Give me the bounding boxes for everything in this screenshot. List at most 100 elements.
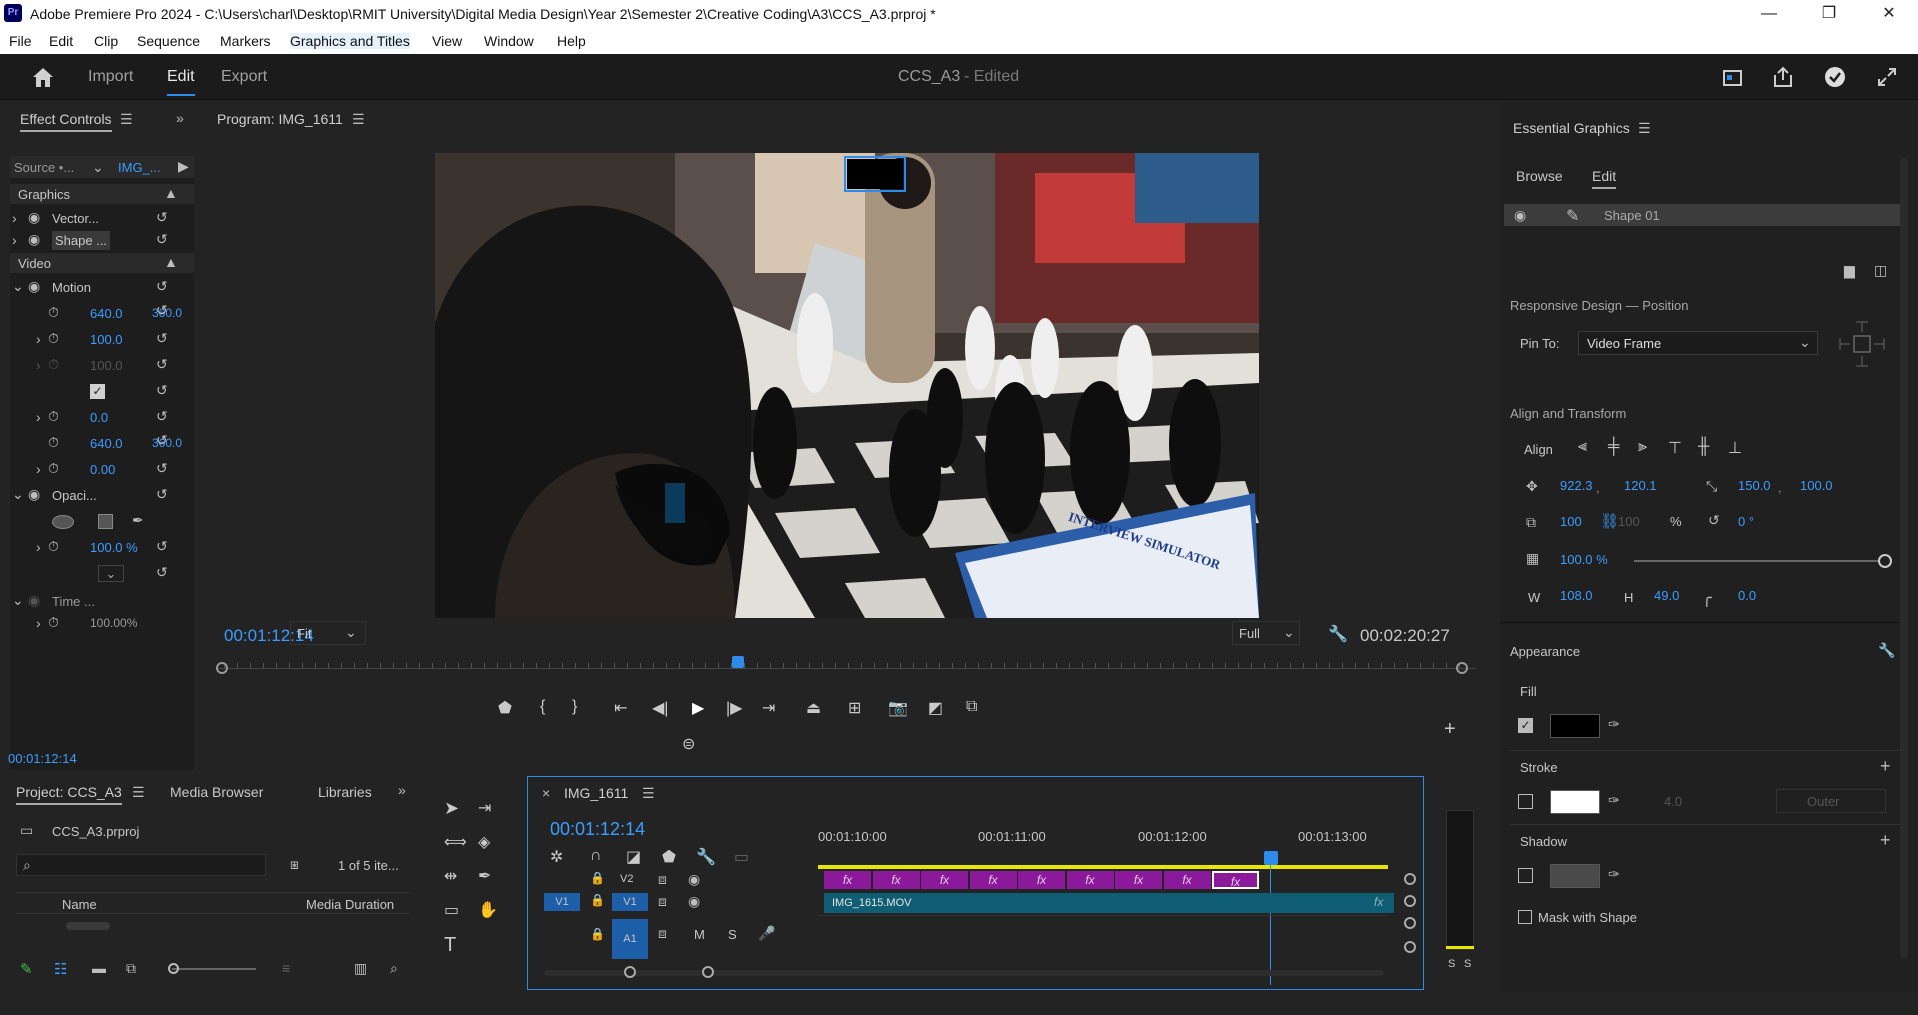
slip-tool-icon[interactable]: ⇹ [444,866,457,886]
selection-tool-icon[interactable]: ➤ [444,798,459,819]
eye-icon[interactable]: ◉ [28,278,40,295]
reset-icon[interactable]: ↺ [156,330,168,347]
column-name[interactable]: Name [62,897,97,912]
timeline-playhead[interactable] [1264,851,1278,865]
chevron-down-icon[interactable]: ⌄ [92,159,104,176]
align-center-v-icon[interactable]: ╫ [1698,438,1709,456]
sync-lock-icon[interactable]: ⧈ [658,871,667,888]
go-to-out-icon[interactable]: ⇥ [762,698,775,718]
menu-help[interactable]: Help [557,33,586,49]
graphic-clip[interactable]: fx [1163,871,1211,889]
menu-view[interactable]: View [432,33,462,49]
time-remap-speed[interactable]: 100.00% [90,616,137,630]
resolution-dropdown[interactable]: Full ⌄ [1232,621,1300,645]
captions-icon[interactable]: ▭ [734,847,749,867]
eye-icon[interactable]: ◉ [28,209,40,226]
position-y[interactable]: 120.1 [1624,478,1657,493]
zoom-handle-right[interactable] [702,966,714,978]
razor-tool-icon[interactable]: ◈ [478,832,490,852]
graphic-clip[interactable]: fx [872,871,920,889]
position-x[interactable]: 922.3 [1560,478,1593,493]
align-bottom-icon[interactable]: ⊥ [1728,438,1742,458]
tab-edit[interactable]: Edit [167,68,195,96]
menu-graphics-and-titles[interactable]: Graphics and Titles [290,33,410,49]
mute-button[interactable]: M [694,927,705,942]
type-tool-icon[interactable]: T [444,934,456,957]
stroke-checkbox[interactable] [1518,794,1533,809]
track-scroll-knob[interactable] [1404,895,1416,907]
timeline-timecode[interactable]: 00:01:12:14 [550,819,645,840]
freeform-view-icon[interactable]: ⧉ [126,960,136,977]
fill-color-swatch[interactable] [1550,714,1600,738]
stopwatch-icon[interactable]: ⏱ [48,614,59,631]
stroke-color-swatch[interactable] [1550,790,1600,814]
step-forward-icon[interactable]: |▶ [726,698,742,718]
vector-row[interactable]: › ◉ Vector... ↺ [10,207,194,229]
lock-icon[interactable]: 🔒 [590,893,605,907]
solo-button[interactable]: S [728,927,737,942]
reset-icon[interactable]: ↺ [156,538,168,555]
stopwatch-icon[interactable]: ⏱ [48,538,59,555]
timeline-ruler[interactable]: 00:01:10:00 00:01:11:00 00:01:12:00 00:0… [818,829,1367,847]
rectangle-tool-icon[interactable]: ▭ [444,900,459,920]
menu-clip[interactable]: Clip [94,33,118,49]
horizontal-scrollbar[interactable] [66,922,110,930]
project-search-input[interactable]: ⌕ [16,854,266,876]
microphone-icon[interactable]: 🎤 [758,925,775,942]
opacity-row[interactable]: ⌄ ◉ Opaci... ↺ [10,484,194,506]
align-left-icon[interactable]: ⫷ [1578,438,1587,456]
menu-edit[interactable]: Edit [49,33,73,49]
work-area-bar[interactable] [818,865,1388,869]
lock-icon[interactable]: 🔒 [590,927,605,941]
graphic-clip[interactable]: fx [824,871,871,889]
snap-icon[interactable]: ∩ [590,847,602,865]
mark-out-icon[interactable]: } [572,698,577,716]
reset-icon[interactable]: ↺ [156,432,168,449]
fill-checkbox[interactable]: ✓ [1518,718,1533,733]
reset-icon[interactable]: ↺ [156,209,168,226]
stopwatch-icon[interactable]: ⏱ [48,408,59,425]
settings-wrench-icon[interactable]: 🔧 [1328,624,1348,644]
expand-panels-icon[interactable]: » [398,782,406,798]
ripple-edit-tool-icon[interactable]: ⟺ [444,832,467,852]
add-shadow-icon[interactable]: + [1880,830,1891,851]
align-top-icon[interactable]: ⊤ [1668,438,1682,458]
search-icon[interactable]: ⌕ [390,960,398,977]
button-editor-plus-icon[interactable]: + [1444,718,1456,741]
reset-icon[interactable]: ↺ [156,564,168,581]
opacity-slider-knob[interactable] [1878,554,1892,568]
add-stroke-icon[interactable]: + [1880,756,1891,777]
eye-icon[interactable]: ◉ [688,893,700,910]
antiflicker-value[interactable]: 0.00 [90,462,115,477]
out-handle[interactable] [1456,662,1468,674]
menu-sequence[interactable]: Sequence [137,33,200,49]
add-marker-icon[interactable]: ⬟ [498,698,512,718]
link-scale-icon[interactable]: ⛓ [1600,512,1619,530]
motion-row[interactable]: ⌄ ◉ Motion ↺ [10,276,194,298]
vr-video-icon[interactable]: ⊜ [682,734,695,754]
extract-icon[interactable]: ⊞ [848,698,861,718]
opacity-slider[interactable] [1634,554,1892,568]
zoom-slider[interactable] [168,963,256,974]
hand-tool-icon[interactable]: ✋ [478,900,498,920]
write-mode-icon[interactable]: ✎ [20,960,33,978]
tab-import[interactable]: Import [88,68,133,86]
linked-selection-icon[interactable]: ◪ [626,847,641,867]
track-v1-label[interactable]: V1 [612,893,648,911]
home-icon[interactable] [30,66,56,88]
tab-export[interactable]: Export [221,68,267,86]
sync-lock-icon[interactable]: ⧈ [658,925,667,942]
anchor-y[interactable]: 100.0 [1800,478,1833,493]
sequence-tab[interactable]: IMG_1611 [564,785,628,801]
reset-icon[interactable]: ↺ [156,382,168,399]
mask-with-shape-checkbox[interactable] [1518,910,1532,924]
layer-row-shape[interactable]: ◉ ✎ Shape 01 [1504,204,1900,226]
automate-to-sequence-icon[interactable]: ▥ [354,960,367,977]
uniform-scale-checkbox[interactable]: ✓ [90,384,105,399]
anchor-x[interactable]: 640.0 [90,436,123,451]
step-back-icon[interactable]: ◀| [652,698,668,718]
reset-icon[interactable]: ↺ [156,231,168,248]
insert-nest-icon[interactable]: ✲ [550,847,563,867]
column-media-duration[interactable]: Media Duration [306,897,394,912]
effect-controls-tab[interactable]: Effect Controls [20,111,112,132]
